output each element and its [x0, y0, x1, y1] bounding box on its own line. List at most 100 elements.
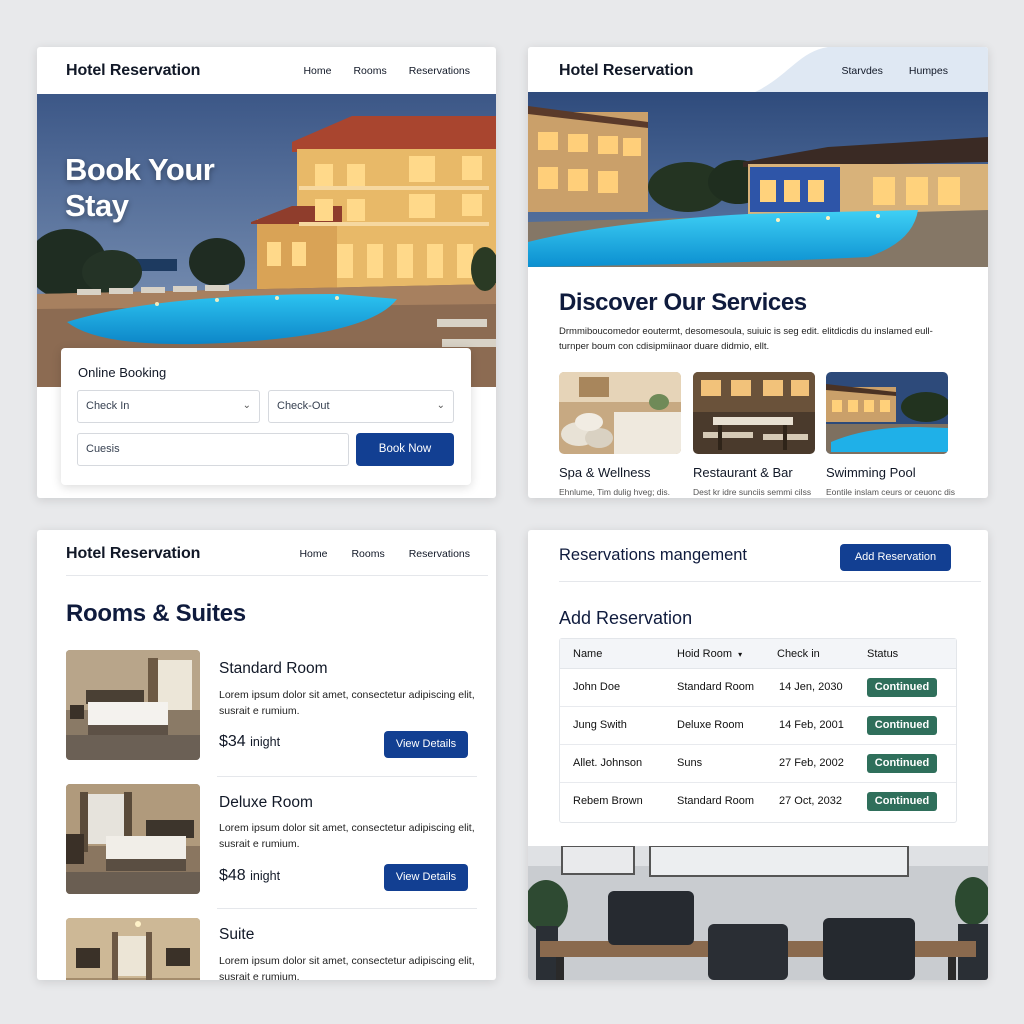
services-description: Drmmiboucomedor eoutermt, desomesoula, s… — [559, 326, 933, 352]
service-name: Swimming Pool — [826, 465, 916, 480]
header-divider — [66, 575, 488, 576]
cell-room: Standard Room — [677, 795, 755, 807]
cell-check-in: 27 Oct, 2032 — [779, 795, 842, 807]
brand-logo[interactable]: Hotel Reservation — [559, 62, 693, 80]
col-check-in[interactable]: Check in — [777, 648, 820, 660]
col-status[interactable]: Status — [867, 648, 898, 660]
col-name[interactable]: Name — [573, 648, 602, 660]
room-description: Lorem ipsum dolor sit amet, consectetur … — [219, 955, 475, 980]
main-nav: Starvdes Humpes — [841, 65, 948, 77]
cell-check-in: 14 Jen, 2030 — [779, 681, 843, 693]
room-divider — [217, 908, 477, 909]
price-unit: inight — [250, 735, 281, 749]
nav-home[interactable]: Home — [299, 548, 327, 560]
hero-image: Book Your Stay — [37, 94, 496, 387]
col-room-label: Hoid Room — [677, 648, 733, 660]
brand-logo[interactable]: Hotel Reservation — [66, 62, 200, 80]
service-subtitle: Dest kr idre sunciis semmi cilss — [693, 487, 812, 497]
service-name: Restaurant & Bar — [693, 465, 793, 480]
booking-title: Online Booking — [78, 365, 167, 380]
nav-services[interactable]: Starvdes — [841, 65, 882, 77]
book-now-button[interactable]: Book Now — [356, 433, 454, 466]
room-price: $34 inight — [219, 733, 280, 751]
room-name: Deluxe Room — [219, 794, 313, 811]
status-badge: Continued — [867, 678, 937, 697]
nav-reservations[interactable]: Reservations — [409, 548, 470, 560]
nav-reservations[interactable]: Reservations — [409, 65, 470, 77]
cell-name: John Doe — [573, 681, 621, 693]
status-badge: Continued — [867, 792, 937, 811]
view-details-button[interactable]: View Details — [384, 731, 468, 758]
check-in-label: Check In — [86, 400, 130, 412]
suite-image — [66, 918, 200, 980]
check-out-select[interactable]: Check-Out ⌄ — [268, 390, 454, 423]
room-description: Lorem ipsum dolor sit amet, consectetur … — [219, 822, 475, 850]
col-room[interactable]: Hoid Room ▾ — [677, 648, 742, 660]
site-header: Hotel Reservation Home Rooms Reservation… — [37, 47, 496, 94]
deluxe-room-image — [66, 784, 200, 894]
standard-room-image — [66, 650, 200, 760]
service-subtitle: Ehnlume, Tim dulig hveg; dis. — [559, 487, 671, 497]
services-page-panel: Hotel Reservation Starvdes Humpes Discov… — [528, 47, 988, 498]
room-name: Standard Room — [219, 660, 328, 677]
room-description: Lorem ipsum dolor sit amet, consectetur … — [219, 689, 475, 717]
status-badge: Continued — [867, 716, 937, 735]
add-reservation-button[interactable]: Add Reservation — [840, 544, 951, 571]
table-row[interactable]: Jung Swith Deluxe Room 14 Feb, 2001 Cont… — [560, 707, 956, 745]
price-unit: inight — [250, 869, 281, 883]
status-badge: Continued — [867, 754, 937, 773]
chevron-down-icon: ⌄ — [436, 400, 445, 411]
sort-down-icon: ▾ — [738, 650, 743, 659]
cell-name: Rebem Brown — [573, 795, 643, 807]
reservations-table: Name Hoid Room ▾ Check in Status John Do… — [559, 638, 957, 823]
view-details-button[interactable]: View Details — [384, 864, 468, 891]
nav-rooms[interactable]: Rooms — [353, 65, 386, 77]
check-in-select[interactable]: Check In ⌄ — [77, 390, 260, 423]
service-subtitle: Eontile inslam ceurs or ceuonc dis — [826, 487, 955, 497]
restaurant-image — [693, 372, 815, 454]
site-header: Hotel Reservation Home Rooms Reservation… — [37, 530, 496, 577]
room-price: $48 inight — [219, 867, 280, 885]
room-name: Suite — [219, 926, 255, 943]
cell-check-in: 14 Feb, 2001 — [779, 719, 844, 731]
hero-title: Book Your Stay — [65, 152, 215, 223]
guests-input[interactable]: Cuesis — [77, 433, 349, 466]
services-title: Discover Our Services — [559, 289, 807, 316]
spa-image — [559, 372, 681, 454]
rooms-title: Rooms & Suites — [66, 600, 246, 627]
add-reservation-title: Add Reservation — [559, 608, 693, 628]
cell-room: Suns — [677, 757, 703, 769]
table-row[interactable]: Allet. Johnson Suns 27 Feb, 2002 Continu… — [560, 745, 956, 783]
nav-rooms[interactable]: Rooms — [351, 548, 384, 560]
pool-image — [826, 372, 948, 454]
nav-home[interactable]: Home — [303, 65, 331, 77]
table-row[interactable]: Rebem Brown Standard Room 27 Oct, 2032 C… — [560, 783, 956, 821]
main-nav: Home Rooms Reservations — [299, 548, 470, 560]
service-name: Spa & Wellness — [559, 465, 651, 480]
online-booking-card: Online Booking Check In ⌄ Check-Out ⌄ Cu… — [61, 348, 471, 485]
cell-name: Jung Swith — [573, 719, 627, 731]
booking-page-panel: Hotel Reservation Home Rooms Reservation… — [37, 47, 496, 498]
nav-humpes[interactable]: Humpes — [909, 65, 948, 77]
header-divider — [559, 581, 981, 582]
service-card-spa[interactable]: Spa & Wellness Ehnlume, Tim dulig hveg; … — [559, 372, 681, 497]
chevron-down-icon: ⌄ — [242, 400, 251, 411]
reservations-management-panel: Reservations mangement Add Reservation A… — [528, 530, 988, 980]
management-title: Reservations mangement — [559, 546, 748, 564]
room-divider — [217, 776, 477, 777]
table-header: Name Hoid Room ▾ Check in Status — [560, 639, 956, 669]
cell-room: Standard Room — [677, 681, 755, 693]
resort-pool-image — [528, 92, 988, 267]
cell-name: Allet. Johnson — [573, 757, 643, 769]
office-background-image — [528, 846, 988, 980]
check-out-label: Check-Out — [277, 400, 330, 412]
service-card-pool[interactable]: Swimming Pool Eontile inslam ceurs or ce… — [826, 372, 955, 497]
service-card-restaurant[interactable]: Restaurant & Bar Dest kr idre sunciis se… — [693, 372, 815, 497]
main-nav: Home Rooms Reservations — [303, 65, 470, 77]
price-value: $34 — [219, 733, 246, 750]
rooms-page-panel: Hotel Reservation Home Rooms Reservation… — [37, 530, 496, 980]
price-value: $48 — [219, 867, 246, 884]
cell-room: Deluxe Room — [677, 719, 744, 731]
brand-logo[interactable]: Hotel Reservation — [66, 545, 200, 563]
table-row[interactable]: John Doe Standard Room 14 Jen, 2030 Cont… — [560, 669, 956, 707]
